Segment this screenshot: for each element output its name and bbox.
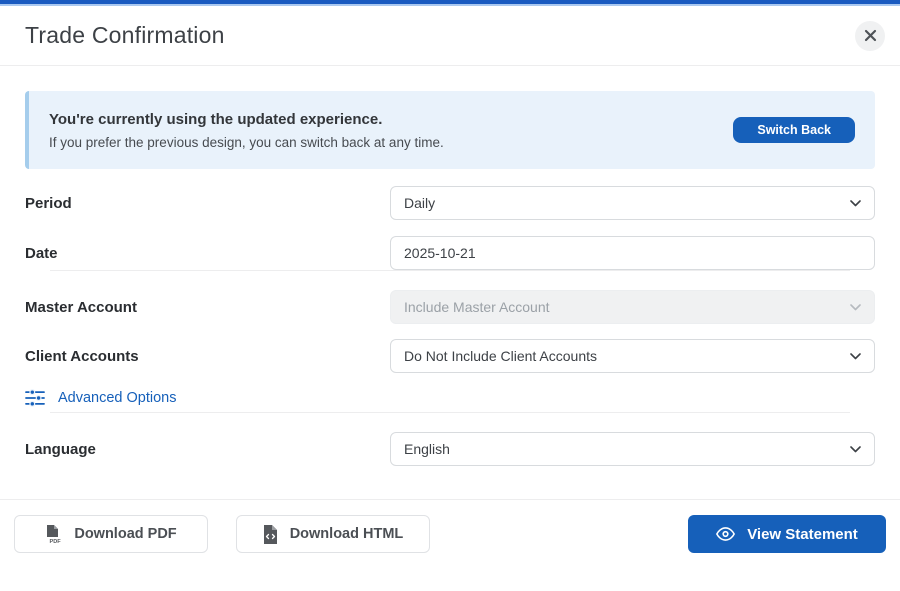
- banner-text: You're currently using the updated exper…: [49, 111, 444, 150]
- language-label: Language: [25, 441, 96, 458]
- divider: [50, 270, 850, 271]
- download-pdf-label: Download PDF: [74, 526, 176, 542]
- period-label: Period: [25, 195, 72, 212]
- period-select[interactable]: Daily: [390, 186, 875, 220]
- master-account-label: Master Account: [25, 299, 137, 316]
- download-buttons-group: PDF Download PDF Download HTML: [14, 515, 430, 553]
- date-label: Date: [25, 245, 58, 262]
- field-row-date: Date: [25, 236, 875, 270]
- client-accounts-label: Client Accounts: [25, 348, 139, 365]
- view-statement-label: View Statement: [747, 526, 858, 543]
- advanced-options-link[interactable]: Advanced Options: [25, 389, 177, 407]
- close-icon: [864, 29, 877, 42]
- field-row-master-account: Master Account Include Master Account: [25, 290, 875, 324]
- chevron-down-icon: [850, 304, 861, 311]
- field-row-client-accounts: Client Accounts Do Not Include Client Ac…: [25, 339, 875, 373]
- period-select-value: Daily: [404, 195, 435, 211]
- chevron-down-icon: [850, 200, 861, 207]
- language-select[interactable]: English: [390, 432, 875, 466]
- master-account-select: Include Master Account: [390, 290, 875, 324]
- download-pdf-button[interactable]: PDF Download PDF: [14, 515, 208, 553]
- download-html-button[interactable]: Download HTML: [236, 515, 430, 553]
- chevron-down-icon: [850, 446, 861, 453]
- modal-header: Trade Confirmation: [0, 6, 900, 65]
- modal-footer: PDF Download PDF Download HTML: [0, 500, 900, 553]
- experience-banner: You're currently using the updated exper…: [25, 91, 875, 169]
- trade-confirmation-modal: Trade Confirmation You're currently usin…: [0, 0, 900, 553]
- html-file-icon: [263, 525, 278, 544]
- page-title: Trade Confirmation: [25, 22, 225, 49]
- eye-icon: [716, 527, 735, 541]
- banner-title: You're currently using the updated exper…: [49, 111, 444, 128]
- client-accounts-select[interactable]: Do Not Include Client Accounts: [390, 339, 875, 373]
- master-account-select-value: Include Master Account: [404, 299, 550, 315]
- field-row-period: Period Daily: [25, 186, 875, 220]
- field-row-language: Language English: [25, 432, 875, 466]
- chevron-down-icon: [850, 353, 861, 360]
- language-select-value: English: [404, 441, 450, 457]
- date-input[interactable]: [390, 236, 875, 270]
- close-button[interactable]: [855, 21, 885, 51]
- view-statement-button[interactable]: View Statement: [688, 515, 886, 553]
- banner-subtitle: If you prefer the previous design, you c…: [49, 135, 444, 150]
- pdf-file-icon: PDF: [45, 525, 62, 544]
- svg-text:PDF: PDF: [50, 539, 62, 544]
- client-accounts-select-value: Do Not Include Client Accounts: [404, 348, 597, 364]
- download-html-label: Download HTML: [290, 526, 404, 542]
- divider: [0, 65, 900, 66]
- sliders-icon: [25, 389, 45, 407]
- divider: [50, 412, 850, 413]
- modal-body: You're currently using the updated exper…: [0, 91, 900, 466]
- switch-back-button[interactable]: Switch Back: [733, 117, 855, 143]
- advanced-options-label: Advanced Options: [58, 390, 177, 406]
